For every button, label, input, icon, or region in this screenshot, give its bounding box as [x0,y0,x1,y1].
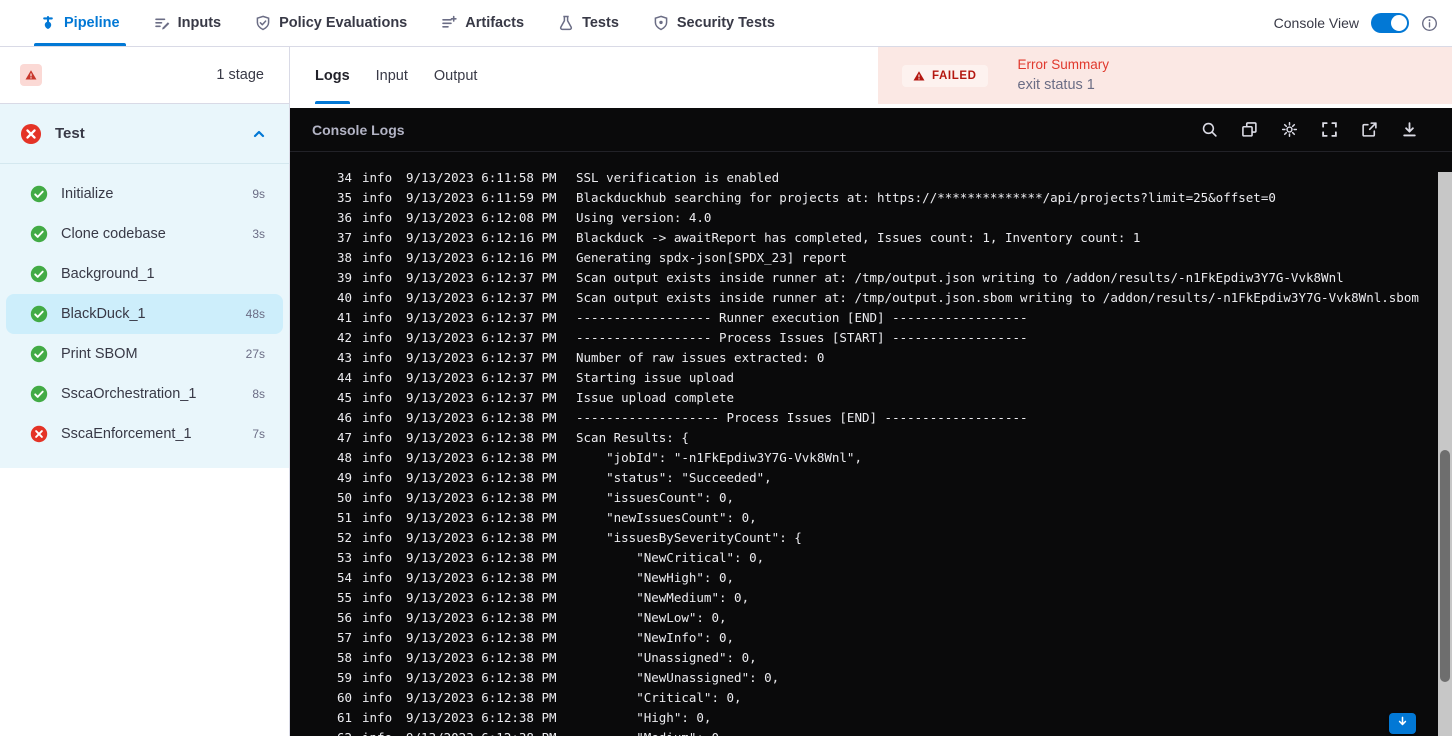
sidebar-step-clone-codebase[interactable]: Clone codebase 3s [6,214,283,254]
log-line: 57 info 9/13/2023 6:12:38 PM "NewInfo": … [336,629,735,645]
sidebar-step-blackduck-1[interactable]: BlackDuck_1 48s [6,294,283,334]
log-tab-bar: Logs Input Output FAILED Error Summary e… [290,47,1452,104]
log-line: 38 info 9/13/2023 6:12:16 PM Generating … [336,249,847,265]
log-line: 54 info 9/13/2023 6:12:38 PM "NewHigh": … [336,569,735,585]
log-line: 35 info 9/13/2023 6:11:59 PM Blackduckhu… [336,189,1276,205]
log-line: 49 info 9/13/2023 6:12:38 PM "status": "… [336,469,772,485]
console-view-control: Console View [1274,0,1452,46]
execution-sidebar: 1 stage Test Initialize 9s Clone codebas… [0,47,290,736]
success-status-icon [30,385,48,403]
policy-evaluations-icon [255,15,271,31]
failed-status-icon [30,425,48,443]
download-icon[interactable] [1401,121,1418,138]
log-line: 47 info 9/13/2023 6:12:38 PM Scan Result… [336,429,689,445]
log-line: 48 info 9/13/2023 6:12:38 PM "jobId": "-… [336,449,862,465]
log-line: 51 info 9/13/2023 6:12:38 PM "newIssuesC… [336,509,757,525]
info-icon[interactable] [1421,15,1438,32]
console-title: Console Logs [312,121,405,138]
stage-panel: Test Initialize 9s Clone codebase 3s Bac… [0,104,289,468]
nav-tab-artifacts[interactable]: Artifacts [441,0,524,46]
console-header: Console Logs [290,108,1452,152]
error-summary-message: exit status 1 [1017,76,1095,93]
log-line: 62 info 9/13/2023 6:12:38 PM "Medium": 0 [290,727,1452,736]
log-tab-logs[interactable]: Logs [315,47,350,104]
log-tab-input[interactable]: Input [376,47,408,104]
sidebar-step-sscaorchestration-1[interactable]: SscaOrchestration_1 8s [6,374,283,414]
nav-tab-policy-evaluations[interactable]: Policy Evaluations [255,0,407,46]
log-tab-output[interactable]: Output [434,47,478,104]
log-line: 58 info 9/13/2023 6:12:38 PM "Unassigned… [336,649,757,665]
success-status-icon [30,225,48,243]
failed-status-icon [20,123,42,145]
log-line: 45 info 9/13/2023 6:12:37 PM Issue uploa… [336,389,735,405]
log-line: 50 info 9/13/2023 6:12:38 PM "issuesCoun… [336,489,735,505]
success-status-icon [30,345,48,363]
inputs-icon [154,15,170,31]
log-line: 53 info 9/13/2023 6:12:38 PM "NewCritica… [336,549,765,565]
log-line: 52 info 9/13/2023 6:12:38 PM "issuesBySe… [336,529,802,545]
error-summary-title: Error Summary [1017,57,1110,73]
artifacts-icon [441,15,457,31]
log-line: 60 info 9/13/2023 6:12:38 PM "Critical":… [336,689,742,705]
chevron-up-icon[interactable] [251,126,267,142]
scrollbar-track[interactable] [1438,172,1452,736]
console-view-label: Console View [1273,15,1359,31]
log-output: 34 info 9/13/2023 6:11:58 PM SSL verific… [290,167,1452,736]
success-status-icon [30,265,48,283]
nav-tab-inputs[interactable]: Inputs [154,0,221,46]
fullscreen-icon[interactable] [1321,121,1338,138]
stage-group-test[interactable]: Test [0,104,289,164]
nav-tab-pipeline[interactable]: Pipeline [34,0,126,46]
log-line: 34 info 9/13/2023 6:11:58 PM SSL verific… [336,169,780,185]
log-line: 41 info 9/13/2023 6:12:37 PM -----------… [336,309,1028,325]
main-panel: Logs Input Output FAILED Error Summary e… [290,47,1452,736]
search-icon[interactable] [1201,121,1218,138]
toggle-knob [1391,15,1407,31]
sidebar-step-sscaenforcement-1[interactable]: SscaEnforcement_1 7s [6,414,283,454]
log-line: 40 info 9/13/2023 6:12:37 PM Scan output… [336,289,1419,305]
sidebar-step-initialize[interactable]: Initialize 9s [6,174,283,214]
success-status-icon [30,185,48,203]
scroll-to-bottom-button[interactable] [1389,713,1416,734]
open-external-icon[interactable] [1361,121,1378,138]
log-line: 56 info 9/13/2023 6:12:38 PM "NewLow": 0… [336,609,727,625]
sidebar-step-print-sbom[interactable]: Print SBOM 27s [6,334,283,374]
warning-triangle-icon [913,70,925,82]
log-line: 42 info 9/13/2023 6:12:37 PM -----------… [336,329,1028,345]
log-line: 61 info 9/13/2023 6:12:38 PM "High": 0, [336,709,712,725]
log-line: 43 info 9/13/2023 6:12:37 PM Number of r… [336,349,825,365]
sidebar-step-background-1[interactable]: Background_1 [6,254,283,294]
log-line: 39 info 9/13/2023 6:12:37 PM Scan output… [336,269,1344,285]
failed-badge: FAILED [902,64,988,87]
log-line: 44 info 9/13/2023 6:12:37 PM Starting is… [336,369,735,385]
log-line: 37 info 9/13/2023 6:12:16 PM Blackduck -… [336,229,1141,245]
stage-summary: 1 stage [0,47,289,104]
log-line: 46 info 9/13/2023 6:12:38 PM -----------… [336,409,1028,425]
nav-tab-tests[interactable]: Tests [558,0,619,46]
console-logs-panel: Console Logs 34 info 9/13/2023 6:11:58 P… [290,108,1452,736]
copy-icon[interactable] [1241,121,1258,138]
error-summary-panel: FAILED Error Summary exit status 1 [878,47,1452,104]
console-toolbar [1201,121,1430,138]
success-status-icon [30,305,48,323]
log-line: 36 info 9/13/2023 6:12:08 PM Using versi… [336,209,712,225]
log-line: 55 info 9/13/2023 6:12:38 PM "NewMedium"… [336,589,750,605]
pipeline-icon [40,15,56,31]
settings-icon[interactable] [1281,121,1298,138]
arrow-down-icon [1396,715,1409,733]
stage-count: 1 stage [216,67,264,83]
console-view-toggle[interactable] [1371,13,1409,33]
nav-tab-security-tests[interactable]: Security Tests [653,0,775,46]
tests-icon [558,15,574,31]
stage-group-name: Test [55,125,85,142]
warning-triangle-icon [20,64,42,86]
log-line: 59 info 9/13/2023 6:12:38 PM "NewUnassig… [336,669,780,685]
scrollbar-thumb[interactable] [1440,450,1450,682]
security-tests-icon [653,15,669,31]
top-navigation: Pipeline Inputs Policy Evaluations Artif… [0,0,1452,47]
